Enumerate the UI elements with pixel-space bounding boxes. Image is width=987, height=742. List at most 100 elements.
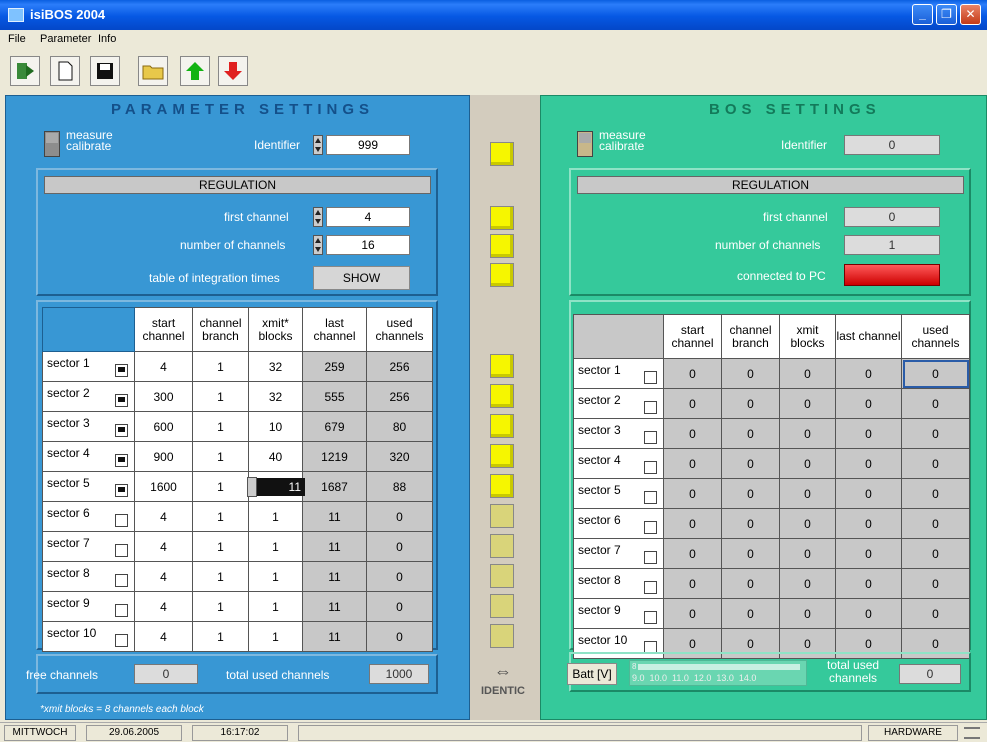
maximize-button[interactable]: ❐ — [936, 4, 957, 25]
sector-enable-checkbox[interactable] — [115, 514, 128, 527]
close-button[interactable]: ✕ — [960, 4, 981, 25]
col-used-channels: used channels — [366, 307, 433, 352]
identifier-stepper[interactable] — [313, 135, 323, 155]
number-of-channels-stepper[interactable] — [313, 235, 323, 255]
table-header-row: start channel channel branch xmit* block… — [42, 307, 433, 352]
sector-enable-checkbox — [644, 371, 657, 384]
title-bar: isiBOS 2004 _ ❐ ✕ — [0, 0, 987, 30]
col-last-channel: last channel — [302, 307, 367, 352]
save-button[interactable] — [90, 56, 120, 86]
channel-branch-cell[interactable]: 1 — [192, 381, 249, 412]
start-channel-cell[interactable]: 900 — [134, 441, 193, 472]
identifier-field[interactable]: 999 — [326, 135, 410, 155]
sector-name: sector 10 — [578, 633, 628, 647]
start-channel-cell[interactable]: 1600 — [134, 471, 193, 502]
used-channels-cell: 0 — [366, 621, 433, 652]
used-channels-cell: 0 — [366, 591, 433, 622]
sector-enable-checkbox[interactable] — [115, 394, 128, 407]
sector-enable-checkbox[interactable] — [115, 574, 128, 587]
download-button[interactable] — [218, 56, 248, 86]
minimize-button[interactable]: _ — [912, 4, 933, 25]
channel-branch-cell[interactable]: 1 — [192, 531, 249, 562]
total-used-channels-field: 1000 — [369, 664, 429, 684]
xmit-blocks-editor[interactable]: 11 — [247, 476, 305, 497]
sector-enable-checkbox[interactable] — [115, 544, 128, 557]
identic-indicator-column: ⇔ IDENTIC — [470, 95, 540, 720]
sector-enable-checkbox[interactable] — [115, 454, 128, 467]
start-channel-cell[interactable]: 4 — [134, 561, 193, 592]
menu-info[interactable]: Info — [98, 33, 116, 45]
channel-branch-cell[interactable]: 1 — [192, 411, 249, 442]
first-channel-stepper[interactable] — [313, 207, 323, 227]
sector-enable-checkbox[interactable] — [115, 364, 128, 377]
xmit-blocks-cell[interactable]: 40 — [248, 441, 303, 472]
last-channel-cell: 11 — [302, 591, 367, 622]
measure-calibrate-toggle[interactable] — [44, 131, 60, 157]
used-channels-cell: 0 — [366, 531, 433, 562]
col-xmit-blocks: xmit* blocks — [248, 307, 303, 352]
open-folder-button[interactable] — [138, 56, 168, 86]
channel-branch-cell[interactable]: 1 — [192, 441, 249, 472]
channel-branch-cell[interactable]: 1 — [192, 471, 249, 502]
channel-branch-cell[interactable]: 1 — [192, 621, 249, 652]
sector-match-indicator — [490, 504, 514, 528]
new-file-button[interactable] — [50, 56, 80, 86]
first-channel-field[interactable]: 4 — [326, 207, 410, 227]
sector-enable-checkbox[interactable] — [115, 634, 128, 647]
upload-button[interactable] — [180, 56, 210, 86]
xmit-blocks-cell[interactable]: 11 — [247, 471, 305, 502]
bos-settings-panel: BOS SETTINGS measure calibrate Identifie… — [540, 95, 987, 720]
table-row: sector 800000 — [573, 568, 970, 599]
col-last-channel: last channel — [835, 314, 902, 359]
sector-name: sector 9 — [578, 603, 621, 617]
used-channels-cell: 256 — [366, 351, 433, 382]
xmit-blocks-cell[interactable]: 32 — [248, 381, 303, 412]
channel-branch-cell[interactable]: 1 — [192, 591, 249, 622]
number-of-channels-field[interactable]: 16 — [326, 235, 410, 255]
channel-branch-cell: 0 — [721, 448, 780, 479]
sector-enable-checkbox[interactable] — [115, 484, 128, 497]
first-channel-match-indicator — [490, 206, 514, 230]
xmit-blocks-cell[interactable]: 1 — [248, 591, 303, 622]
xmit-blocks-cell[interactable]: 1 — [248, 501, 303, 532]
battery-bar-track — [638, 664, 800, 670]
xmit-blocks-cell[interactable]: 32 — [248, 351, 303, 382]
mode-label: measure calibrate — [66, 129, 113, 152]
last-channel-cell: 0 — [835, 418, 902, 449]
start-channel-cell[interactable]: 4 — [134, 531, 193, 562]
used-channels-cell: 0 — [901, 508, 970, 539]
xmit-blocks-cell[interactable]: 1 — [248, 621, 303, 652]
start-channel-cell[interactable]: 600 — [134, 411, 193, 442]
connected-to-pc-label: connected to PC — [737, 269, 826, 283]
show-button[interactable]: SHOW — [313, 266, 410, 290]
xmit-blocks-cell[interactable]: 1 — [248, 531, 303, 562]
bos-total-used-label-2: channels — [829, 671, 878, 685]
sector-name: sector 1 — [47, 356, 90, 370]
last-channel-cell: 0 — [835, 358, 902, 389]
sector-label: sector 3 — [42, 411, 135, 442]
channel-branch-cell[interactable]: 1 — [192, 561, 249, 592]
sector-enable-checkbox[interactable] — [115, 604, 128, 617]
identifier-label: Identifier — [254, 138, 301, 152]
channel-branch-cell[interactable]: 1 — [192, 501, 249, 532]
start-channel-cell[interactable]: 4 — [134, 501, 193, 532]
menu-parameter[interactable]: Parameter — [40, 33, 91, 45]
menu-file[interactable]: File — [8, 33, 26, 45]
sector-name: sector 4 — [47, 446, 90, 460]
start-channel-cell[interactable]: 4 — [134, 621, 193, 652]
connected-to-pc-indicator — [844, 264, 940, 286]
header-corner — [42, 307, 135, 352]
xmit-blocks-cell[interactable]: 1 — [248, 561, 303, 592]
batt-button[interactable]: Batt [V] — [567, 663, 617, 685]
exit-button[interactable] — [10, 56, 40, 86]
xmit-blocks-cell: 0 — [779, 358, 836, 389]
sector-name: sector 4 — [578, 453, 621, 467]
xmit-blocks-cell[interactable]: 10 — [248, 411, 303, 442]
start-channel-cell[interactable]: 4 — [134, 351, 193, 382]
sector-enable-checkbox[interactable] — [115, 424, 128, 437]
channel-branch-cell[interactable]: 1 — [192, 351, 249, 382]
resize-grip-icon[interactable] — [964, 727, 980, 739]
start-channel-cell[interactable]: 300 — [134, 381, 193, 412]
xmit-stepper[interactable] — [247, 476, 257, 497]
start-channel-cell[interactable]: 4 — [134, 591, 193, 622]
